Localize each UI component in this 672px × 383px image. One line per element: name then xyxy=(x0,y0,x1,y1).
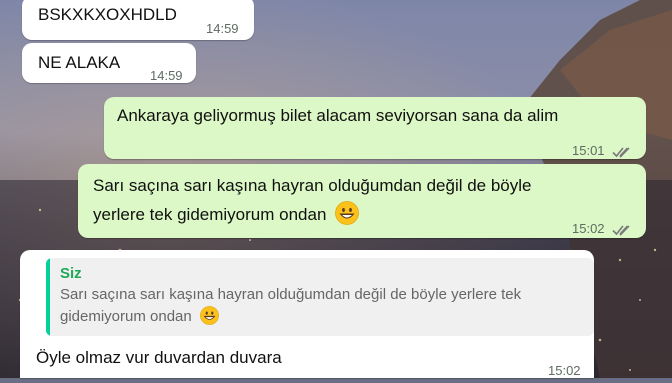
message-text: BSKXKXOXHDLD xyxy=(38,5,177,24)
double-check-icon xyxy=(612,140,634,158)
message-timestamp: 14:59 xyxy=(150,68,183,83)
quote-accent-bar xyxy=(46,258,50,336)
message-timestamp: 15:02 xyxy=(548,363,581,378)
quote-text-line: gidemiyorum ondan xyxy=(60,308,192,325)
message-bubble-outgoing[interactable]: Sarı saçına sarı kaşına hayran olduğumda… xyxy=(78,164,646,238)
quote-text: Sarı saçına sarı kaşına hayran olduğumda… xyxy=(60,284,584,328)
grinning-face-emoji xyxy=(335,201,360,225)
message-bubble-incoming-reply[interactable]: Siz Sarı saçına sarı kaşına hayran olduğ… xyxy=(20,250,594,378)
quoted-message[interactable]: Siz Sarı saçına sarı kaşına hayran olduğ… xyxy=(46,258,594,336)
double-check-icon xyxy=(612,218,634,236)
message-bubble-incoming[interactable]: NE ALAKA 14:59 xyxy=(22,43,196,83)
message-timestamp: 15:02 xyxy=(572,221,605,236)
message-text: Ankaraya geliyormuş bilet alacam seviyor… xyxy=(117,106,559,125)
message-text: Sarı saçına sarı kaşına hayran olduğumda… xyxy=(93,173,532,227)
message-timestamp: 14:59 xyxy=(206,21,239,36)
message-text: Öyle olmaz vur duvardan duvara xyxy=(36,348,282,367)
message-bubble-outgoing[interactable]: Ankaraya geliyormuş bilet alacam seviyor… xyxy=(104,97,646,159)
message-text: NE ALAKA xyxy=(38,53,121,72)
message-bubble-incoming[interactable]: BSKXKXOXHDLD 14:59 xyxy=(22,0,254,40)
message-text-line: Sarı saçına sarı kaşına hayran olduğumda… xyxy=(93,176,532,195)
message-text-line: yerlere tek gidemiyorum ondan xyxy=(93,205,327,224)
quote-author: Siz xyxy=(60,265,82,282)
quote-text-line: Sarı saçına sarı kaşına hayran olduğumda… xyxy=(60,286,522,303)
message-timestamp: 15:01 xyxy=(572,143,605,158)
grinning-face-emoji xyxy=(200,306,219,325)
